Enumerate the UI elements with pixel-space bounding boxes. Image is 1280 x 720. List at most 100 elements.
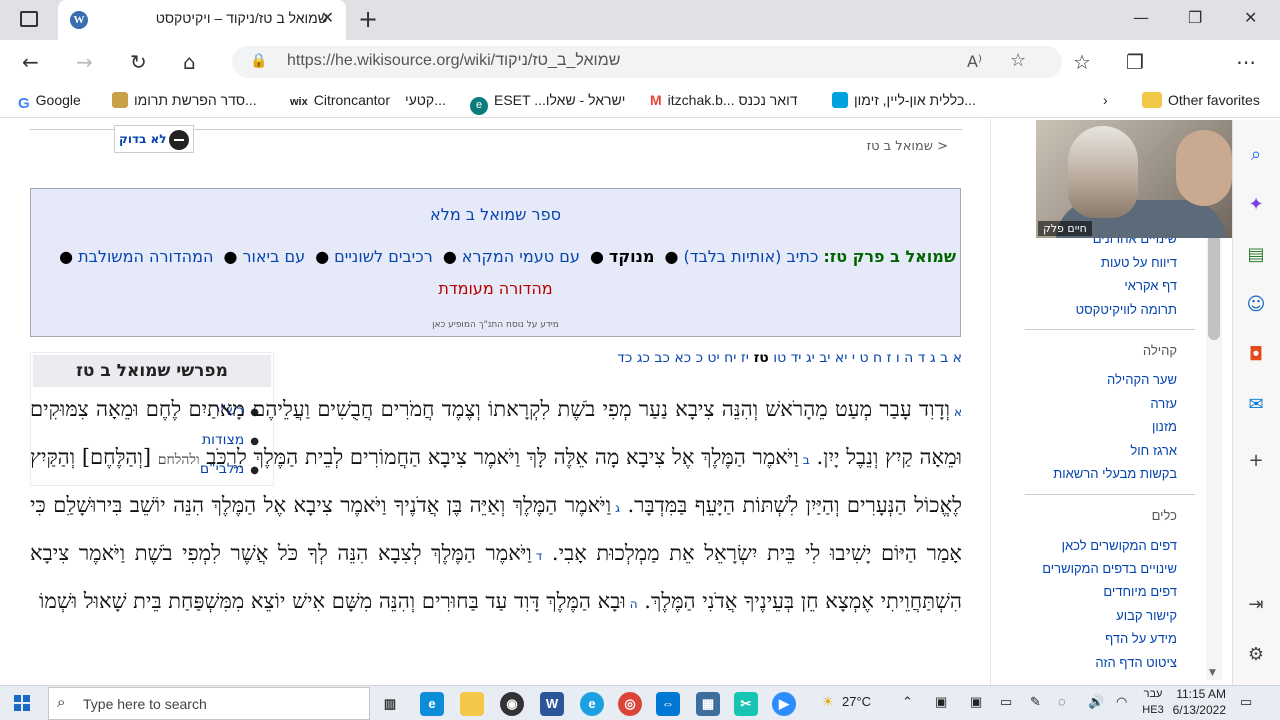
- window-close-button[interactable]: ✕: [1244, 8, 1257, 27]
- word-icon[interactable]: W: [540, 692, 564, 716]
- lock-icon[interactable]: 🔒: [250, 53, 267, 69]
- sidebar-admin-requests[interactable]: בקשות מבעלי הרשאות: [1053, 466, 1177, 481]
- bookmark-donations[interactable]: סדר הפרשת תרומו...: [112, 92, 257, 108]
- edition-link-combined[interactable]: המהדורה המשולבת: [78, 247, 213, 266]
- volume-icon[interactable]: 🔊: [1088, 694, 1104, 710]
- sidebar-help[interactable]: עזרה: [1150, 396, 1177, 411]
- internet-explorer-icon[interactable]: e: [580, 692, 604, 716]
- sidebar-donate[interactable]: תרומה לוויקיטקסט: [1076, 302, 1177, 317]
- notifications-icon[interactable]: ▭: [1240, 694, 1252, 710]
- home-icon[interactable]: ⌂: [183, 50, 196, 74]
- temperature-text[interactable]: 27°C: [842, 694, 871, 709]
- office-icon[interactable]: ◘: [1243, 342, 1269, 368]
- task-view-icon[interactable]: ▥: [378, 692, 402, 716]
- chapter-link[interactable]: יח: [720, 350, 736, 366]
- file-explorer-icon[interactable]: [460, 692, 484, 716]
- chapter-link[interactable]: ג: [925, 350, 936, 366]
- taskbar-search-box[interactable]: ⌕ Type here to search: [48, 687, 370, 720]
- chapter-link[interactable]: ו: [891, 350, 900, 366]
- scroll-down-icon[interactable]: ▼: [1209, 668, 1216, 678]
- system-clock[interactable]: 11:15 AM 6/13/2022: [1162, 686, 1226, 718]
- bookmark-gmail[interactable]: Mitzchak.b... דואר נכנס: [650, 92, 797, 108]
- hide-sidebar-icon[interactable]: ⇥: [1243, 592, 1269, 618]
- sidebar-related-changes[interactable]: שינויים בדפים המקושרים: [1042, 561, 1177, 576]
- chapter-link[interactable]: כד: [617, 350, 632, 366]
- verse-number[interactable]: ב: [803, 453, 810, 467]
- bookmark-eset[interactable]: e ESET ...ישראל - שאלו: [470, 92, 625, 115]
- collections-icon[interactable]: ❐: [1126, 50, 1144, 74]
- video-call-overlay[interactable]: חיים פלק: [1036, 120, 1244, 238]
- edge-browser-icon[interactable]: e: [420, 692, 444, 716]
- sidebar-random-page[interactable]: דף אקראי: [1124, 278, 1177, 293]
- wifi-icon[interactable]: ◠: [1116, 694, 1127, 710]
- minimize-button[interactable]: —: [1133, 8, 1149, 27]
- read-aloud-icon[interactable]: A⁾: [967, 52, 982, 71]
- tab-actions-icon[interactable]: [20, 11, 38, 27]
- tray-app-icon[interactable]: ▣: [935, 694, 947, 710]
- edition-link-linguistic[interactable]: רכיבים לשוניים: [334, 247, 433, 266]
- chapter-link[interactable]: כג: [632, 350, 650, 366]
- sidebar-cite-page[interactable]: ציטוט הדף הזה: [1095, 655, 1177, 670]
- chapter-link[interactable]: יז: [736, 350, 749, 366]
- chapter-link[interactable]: כא: [670, 350, 691, 366]
- chapter-link[interactable]: יג: [801, 350, 815, 366]
- battery-icon[interactable]: ▭: [1000, 694, 1012, 710]
- windows-start-icon[interactable]: [14, 695, 30, 711]
- book-title-link[interactable]: ספר שמואל ב מלא: [31, 205, 960, 224]
- image-app-icon[interactable]: ▦: [696, 692, 720, 716]
- text-version-info-link[interactable]: מידע על נוסח התנ"ך המופיע כאן: [31, 320, 960, 330]
- snipping-tool-icon[interactable]: ✂: [734, 692, 758, 716]
- teamviewer-icon[interactable]: ⇔: [656, 692, 680, 716]
- sidebar-report-error[interactable]: דיווח על טעות: [1101, 255, 1177, 270]
- active-tab[interactable]: W שמואל ב טז/ניקוד – ויקיטקסט ✕: [58, 0, 346, 40]
- favorites-icon[interactable]: ☆: [1073, 50, 1091, 74]
- chapter-link[interactable]: ט: [855, 350, 868, 366]
- sidebar-village-pump[interactable]: מזנון: [1152, 419, 1177, 434]
- outlook-icon[interactable]: ✉: [1243, 392, 1269, 418]
- sidebar-permanent-link[interactable]: קישור קבוע: [1116, 608, 1177, 623]
- breadcrumb[interactable]: < שמואל ב טז: [860, 139, 948, 154]
- chapter-link[interactable]: י: [847, 350, 855, 366]
- chapter-link[interactable]: ד: [913, 350, 926, 366]
- tab-close-icon[interactable]: ✕: [321, 8, 334, 27]
- chapter-link[interactable]: טו: [769, 350, 786, 366]
- tray-overflow-icon[interactable]: ⌃: [902, 694, 913, 710]
- chapter-link[interactable]: ב: [936, 350, 948, 366]
- copilot-icon[interactable]: ✦: [1243, 192, 1269, 218]
- chapter-link[interactable]: ח: [869, 350, 882, 366]
- chapter-link[interactable]: יד: [786, 350, 802, 366]
- shopping-icon[interactable]: ▤: [1243, 242, 1269, 268]
- forward-arrow-icon[interactable]: →: [76, 50, 93, 74]
- sidebar-community-portal[interactable]: שער הקהילה: [1107, 372, 1177, 387]
- bookmark-citroncantor[interactable]: wix Citroncantor: [290, 92, 390, 108]
- edition-link-teamim[interactable]: עם טעמי המקרא: [462, 247, 580, 266]
- bookmark-clalit[interactable]: כללית און-ליין, זימון...: [832, 92, 976, 108]
- verse-number[interactable]: ד: [536, 549, 543, 563]
- chapter-link[interactable]: ה: [900, 350, 913, 366]
- chapter-link[interactable]: כ: [691, 350, 703, 366]
- chapter-link[interactable]: יא: [830, 350, 848, 366]
- tray-app-icon[interactable]: ▣: [970, 694, 982, 710]
- url-text[interactable]: https://he.wikisource.org/wiki/שמואל_ב_ט…: [287, 52, 620, 70]
- chrome-icon[interactable]: ◎: [618, 692, 642, 716]
- maximize-button[interactable]: ❐: [1188, 8, 1202, 27]
- chapter-link[interactable]: כב: [650, 350, 670, 366]
- address-bar[interactable]: 🔒 https://he.wikisource.org/wiki/שמואל_ב…: [232, 46, 1062, 78]
- add-favorite-icon[interactable]: ☆: [1010, 50, 1026, 71]
- bookmark-google[interactable]: G Google: [18, 92, 81, 112]
- refresh-icon[interactable]: ↻: [130, 50, 147, 74]
- sidebar-sandbox[interactable]: ארגז חול: [1130, 443, 1177, 458]
- verse-number[interactable]: א: [954, 405, 962, 419]
- people-icon[interactable]: ☺: [1243, 292, 1269, 318]
- network-icon[interactable]: ◌: [1058, 694, 1066, 709]
- tray-app-icon[interactable]: ✎: [1030, 694, 1041, 710]
- edition-link-biur[interactable]: עם ביאור: [242, 247, 305, 266]
- back-arrow-icon[interactable]: ←: [22, 50, 39, 74]
- more-options-icon[interactable]: ⋯: [1236, 50, 1256, 74]
- chapter-link[interactable]: יב: [815, 350, 830, 366]
- app-icon[interactable]: ◉: [500, 692, 524, 716]
- chapter-link[interactable]: א: [948, 350, 962, 366]
- standing-edition-link[interactable]: מהדורה מעומדת: [31, 279, 960, 298]
- settings-gear-icon[interactable]: ⚙: [1243, 642, 1269, 668]
- sidebar-special-pages[interactable]: דפים מיוחדים: [1103, 584, 1177, 599]
